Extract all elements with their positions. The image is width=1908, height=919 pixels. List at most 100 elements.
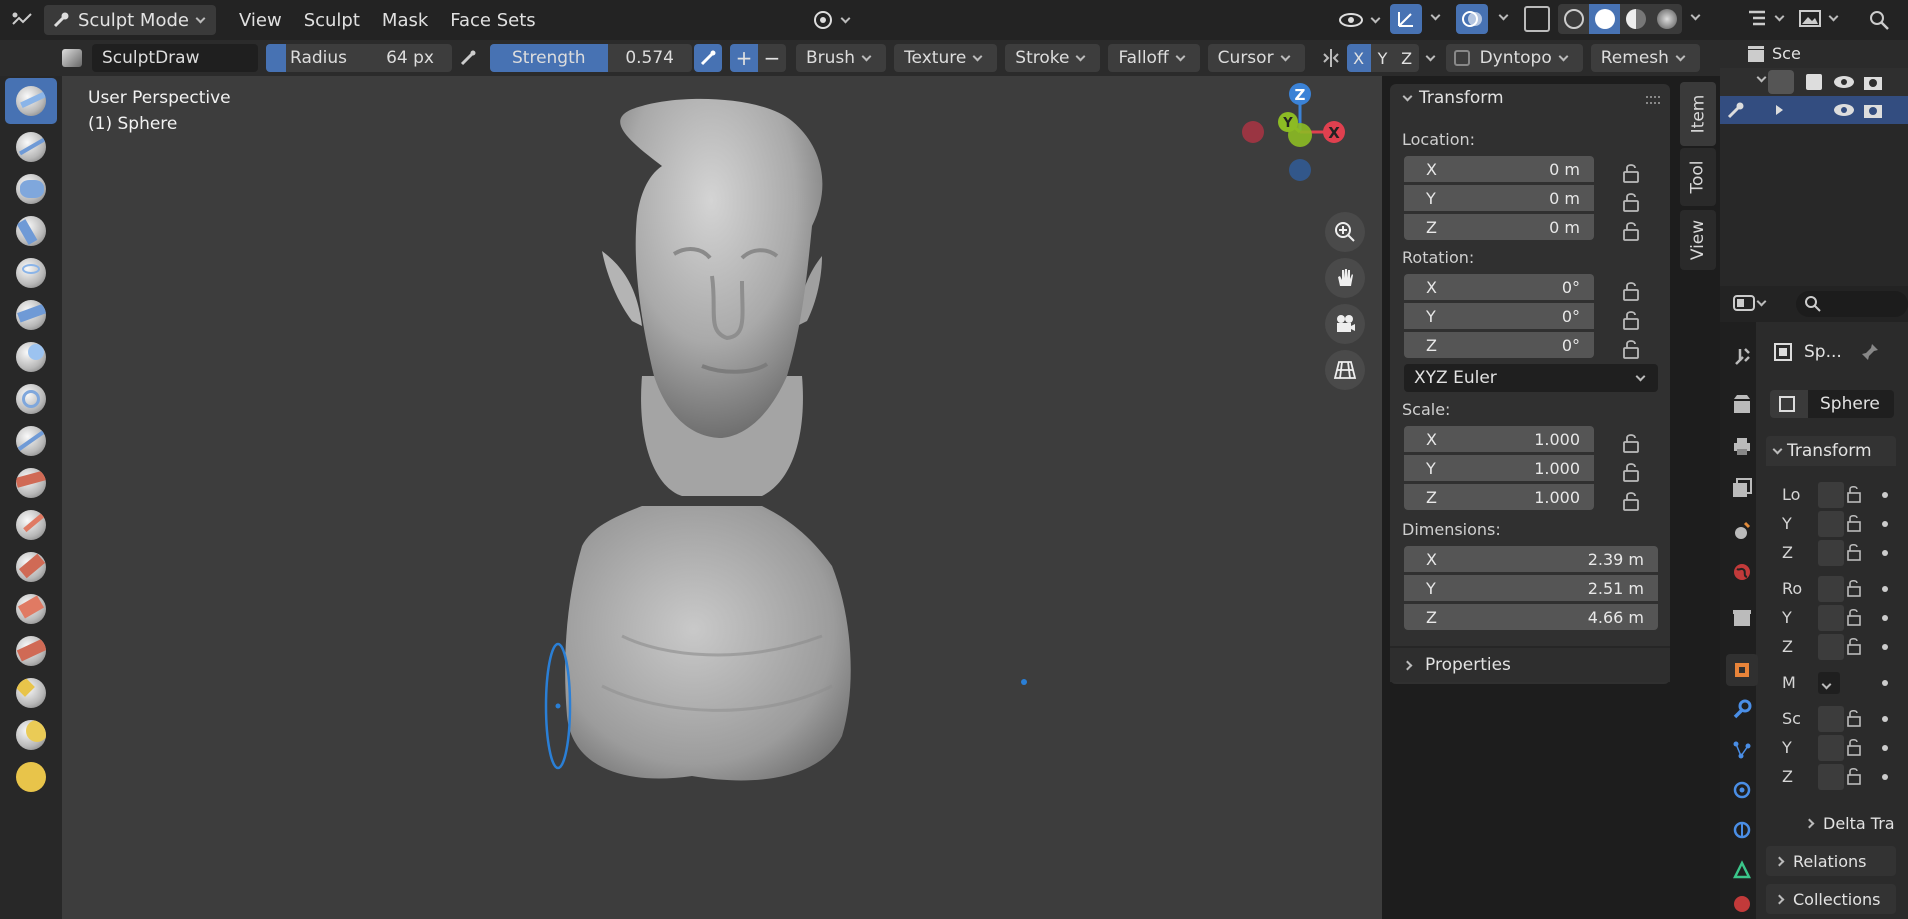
gizmo-neg-z[interactable] (1289, 159, 1311, 181)
outliner-row-collection[interactable] (1720, 68, 1908, 96)
brush-preview-icon[interactable] (52, 40, 92, 76)
lock-icon[interactable] (1844, 636, 1864, 656)
material-shading-icon[interactable] (1620, 4, 1651, 34)
brush-name-field[interactable]: SculptDraw (92, 44, 258, 72)
eye-icon[interactable] (1832, 101, 1856, 119)
relations-panel-header[interactable]: Relations (1766, 846, 1896, 876)
add-direction-button[interactable]: + (730, 44, 758, 72)
falloff-dropdown[interactable]: Falloff (1108, 44, 1200, 72)
collections-panel-header[interactable]: Collections (1766, 884, 1896, 914)
camera-render-icon[interactable] (1862, 72, 1884, 92)
tool-crease[interactable] (5, 376, 57, 422)
lock-icon[interactable] (1844, 607, 1864, 627)
outliner-row-scene[interactable]: Sce (1720, 40, 1908, 68)
collection-properties-tab[interactable] (1726, 602, 1758, 634)
keyframe-dot-icon[interactable] (1882, 521, 1888, 527)
tool-smooth[interactable] (5, 418, 57, 464)
checkbox-icon[interactable] (1806, 74, 1822, 90)
keyframe-dot-icon[interactable] (1882, 615, 1888, 621)
lock-icon[interactable] (1844, 542, 1864, 562)
remesh-dropdown[interactable]: Remesh (1590, 44, 1700, 72)
navigation-gizmo[interactable]: X Y Z (1222, 80, 1382, 200)
subtract-direction-button[interactable]: − (758, 44, 786, 72)
lock-icon[interactable] (1620, 432, 1642, 454)
chevron-down-icon[interactable] (1756, 72, 1767, 83)
object-transform-row[interactable]: Y (1766, 605, 1896, 631)
lock-icon[interactable] (1620, 461, 1642, 483)
lock-icon[interactable] (1844, 737, 1864, 757)
object-transform-row[interactable]: Z (1766, 540, 1896, 566)
solid-shading-icon[interactable] (1589, 4, 1620, 34)
rotation-z-field[interactable]: Z 0° (1404, 332, 1594, 358)
object-transform-row[interactable]: Z (1766, 764, 1896, 790)
object-name-field[interactable]: Sphere (1808, 390, 1894, 418)
tab-item[interactable]: Item (1680, 82, 1716, 146)
tool-pinch[interactable] (5, 628, 57, 674)
value-field[interactable] (1818, 735, 1844, 761)
rotation-y-field[interactable]: Y 0° (1404, 303, 1594, 329)
lock-icon[interactable] (1620, 490, 1642, 512)
menu-face-sets[interactable]: Face Sets (439, 10, 546, 31)
search-icon[interactable] (1868, 9, 1890, 31)
gizmo-toggle[interactable] (1390, 4, 1422, 34)
value-field[interactable] (1818, 634, 1844, 660)
physics-properties-tab[interactable] (1726, 774, 1758, 806)
object-transform-row[interactable]: Lo (1766, 482, 1896, 508)
keyframe-dot-icon[interactable] (1882, 492, 1888, 498)
scale-y-field[interactable]: Y 1.000 (1404, 455, 1594, 481)
outliner-row-sphere[interactable] (1720, 96, 1908, 124)
tool-fill[interactable] (5, 502, 57, 548)
tab-tool[interactable]: Tool (1680, 148, 1716, 206)
dyntopo-checkbox[interactable] (1453, 50, 1470, 66)
object-browse-button[interactable] (1770, 390, 1808, 418)
display-mode-dropdown[interactable] (1798, 8, 1843, 28)
tool-grab[interactable] (5, 670, 57, 716)
object-properties-tab[interactable] (1726, 654, 1758, 686)
object-transform-row[interactable]: Ro (1766, 576, 1896, 602)
lock-icon[interactable] (1844, 578, 1864, 598)
tool-snake-hook[interactable] (5, 754, 57, 800)
symmetry-x-toggle[interactable]: X (1346, 44, 1371, 72)
camera-view-button[interactable] (1325, 304, 1365, 344)
symmetry-y-toggle[interactable]: Y (1370, 44, 1395, 72)
lock-icon[interactable] (1620, 309, 1642, 331)
constraint-properties-tab[interactable] (1726, 814, 1758, 846)
keyframe-dot-icon[interactable] (1882, 716, 1888, 722)
menu-view[interactable]: View (228, 10, 293, 31)
camera-render-icon[interactable] (1862, 100, 1884, 120)
strength-slider[interactable]: Strength 0.574 (490, 44, 692, 72)
mode-dropdown[interactable] (1818, 672, 1840, 694)
object-transform-row[interactable]: M (1766, 670, 1896, 696)
object-transform-row[interactable]: Y (1766, 735, 1896, 761)
tool-clay[interactable] (5, 166, 57, 212)
wireframe-shading-icon[interactable] (1558, 4, 1589, 34)
delta-transform-header[interactable]: Delta Tra (1766, 808, 1896, 838)
material-properties-tab[interactable] (1726, 888, 1758, 919)
location-y-field[interactable]: Y 0 m (1404, 185, 1594, 211)
lock-icon[interactable] (1844, 484, 1864, 504)
symmetry-z-toggle[interactable]: Z (1394, 44, 1419, 72)
outliner-editor-type[interactable] (1746, 8, 1789, 28)
dyntopo-dropdown[interactable]: Dyntopo (1445, 44, 1583, 72)
pin-icon[interactable] (1860, 342, 1880, 362)
scale-z-field[interactable]: Z 1.000 (1404, 484, 1594, 510)
tool-blob[interactable] (5, 334, 57, 380)
dimensions-z-field[interactable]: Z 4.66 m (1404, 604, 1658, 630)
view-layer-properties-tab[interactable] (1726, 472, 1758, 504)
keyframe-dot-icon[interactable] (1882, 644, 1888, 650)
data-properties-tab[interactable] (1726, 854, 1758, 886)
3d-viewport[interactable]: User Perspective (1) Sphere X Y Z (62, 76, 1382, 919)
lock-icon[interactable] (1620, 162, 1642, 184)
properties-panel-header[interactable]: Properties (1390, 646, 1670, 682)
tool-scrape[interactable] (5, 544, 57, 590)
keyframe-dot-icon[interactable] (1882, 774, 1888, 780)
lock-icon[interactable] (1620, 280, 1642, 302)
editor-type-button[interactable] (0, 0, 44, 40)
modifier-properties-tab[interactable] (1726, 694, 1758, 726)
lock-icon[interactable] (1844, 766, 1864, 786)
lock-icon[interactable] (1844, 708, 1864, 728)
keyframe-dot-icon[interactable] (1882, 586, 1888, 592)
lock-icon[interactable] (1620, 191, 1642, 213)
radius-slider[interactable]: Radius 64 px (266, 44, 452, 72)
output-properties-tab[interactable] (1726, 430, 1758, 462)
